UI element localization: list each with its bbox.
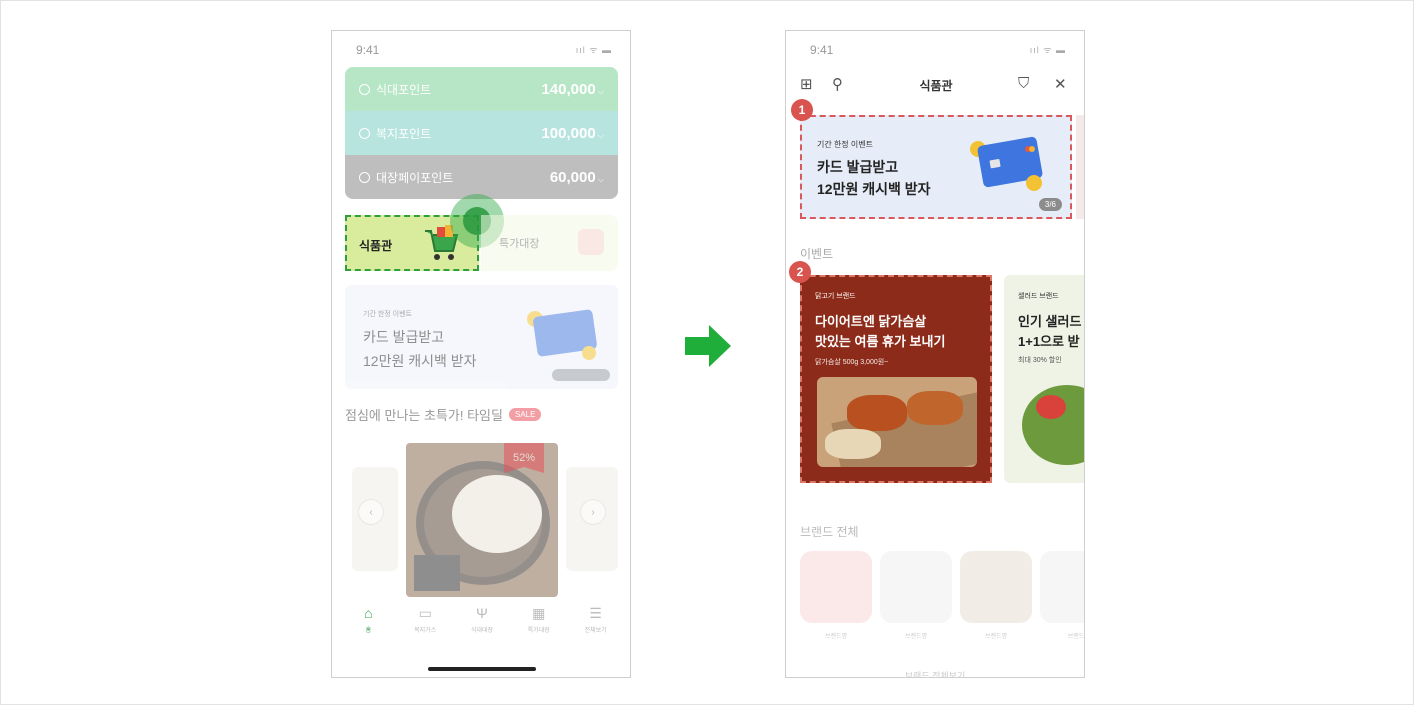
home-icon: ⌂: [364, 605, 373, 621]
point-row-pay[interactable]: 대장페이포인트 60,000: [345, 155, 618, 199]
store-icon: ▦: [532, 605, 546, 621]
card-event-banner[interactable]: 기간 한정 이벤트 카드 발급받고 12만원 캐시백 받자: [345, 285, 618, 389]
brand-label: 브랜드명: [824, 634, 848, 640]
chicken-photo: [817, 377, 977, 467]
status-icons: ııl ᯤ ▬: [1029, 45, 1066, 55]
salad-photo: [1022, 385, 1084, 465]
brand-label: 브랜드: [1067, 634, 1085, 640]
event-line1: 인기 샐러드: [1018, 314, 1082, 329]
special-deal-label: 특가대장: [499, 238, 540, 250]
event-subtitle: 최대 30% 할인: [1018, 357, 1062, 364]
page-title: 식품관: [919, 79, 953, 93]
event-line1: 다이어트엔 닭가슴살: [815, 314, 927, 329]
brand-label: 브랜드명: [904, 634, 928, 640]
event-tag: 닭고기 브랜드: [815, 293, 856, 300]
chicken-shape: [825, 429, 881, 459]
view-all-brands-link[interactable]: 브랜드 전체보기: [786, 669, 1084, 677]
tab-all[interactable]: ☰ 전체보기: [570, 605, 622, 655]
point-icon: [359, 171, 370, 183]
card-event-banner[interactable]: 기간 한정 이벤트 카드 발급받고 12만원 캐시백 받자 3/6: [800, 115, 1072, 219]
status-bar: 9:41 ııl ᯤ ▬: [332, 43, 630, 59]
banner-tag: 기간 한정 이벤트: [363, 311, 412, 318]
briefcase-icon: ▭: [418, 605, 432, 621]
point-value: 60,000: [550, 169, 604, 186]
food-hall-label: 식품관: [359, 239, 393, 253]
point-icon: [359, 83, 370, 95]
right-phone-screen: 9:41 ııl ᯤ ▬ ⊞ ⚲ 식품관 ⛉ ✕ 기간 한정 이벤트 카드 발급…: [785, 30, 1085, 678]
status-icons: ııl ᯤ ▬: [575, 45, 612, 55]
brand-tile[interactable]: [800, 551, 872, 623]
point-row-welfare[interactable]: 복지포인트 100,000: [345, 111, 618, 155]
tab-label: 식대대장: [470, 628, 494, 634]
status-bar: 9:41 ııl ᯤ ▬: [786, 43, 1084, 59]
brand-tile[interactable]: [1040, 551, 1084, 623]
tab-deals[interactable]: ▦ 특가대장: [513, 605, 565, 655]
banner-pager: 3/6: [1038, 198, 1062, 211]
tab-label: 특가대장: [527, 628, 550, 634]
event-subtitle: 닭가슴살 500g 3,000원~: [815, 359, 889, 366]
home-indicator: [428, 667, 536, 671]
bottom-tab-bar: ⌂ 홈 ▭ 복지가스 Ψ 식대대장 ▦ 특가대장 ☰ 전체보기: [332, 605, 630, 655]
banner-line1: 카드 발급받고: [363, 329, 445, 345]
menu-icon: ☰: [589, 605, 602, 621]
point-row-meal[interactable]: 식대포인트 140,000: [345, 67, 618, 111]
food-hall-header: ⊞ ⚲ 식품관 ⛉ ✕: [786, 73, 1084, 99]
event-card-salad[interactable]: 샐러드 브랜드 인기 샐러드 1+1으로 받 최대 30% 할인: [1004, 275, 1084, 483]
banner-line2: 12만원 캐시백 받자: [817, 181, 931, 197]
prev-arrow-button[interactable]: ‹: [358, 499, 384, 525]
credit-card-icon: [527, 309, 597, 360]
brand-tile[interactable]: [880, 551, 952, 623]
callout-number-1: 1: [791, 99, 813, 121]
point-value: 100,000: [541, 125, 604, 142]
tab-welfare[interactable]: ▭ 복지가스: [399, 605, 451, 655]
banner-line1: 카드 발급받고: [817, 159, 899, 175]
left-phone-screen: 9:41 ııl ᯤ ▬ 식대포인트 140,000 복지포인트 100,000…: [331, 30, 631, 678]
tab-home[interactable]: ⌂ 홈: [342, 605, 394, 655]
package-shape: [414, 555, 460, 591]
next-banner-peek: [1076, 115, 1084, 219]
tab-label: 홈: [365, 628, 372, 634]
point-label: 식대포인트: [376, 82, 432, 97]
callout-number-2: 2: [789, 261, 811, 283]
timedeal-section-title: 점심에 만나는 초특가! 타임딜 SALE: [345, 405, 542, 424]
tab-label: 복지가스: [414, 628, 437, 634]
event-line2: 1+1으로 받: [1018, 334, 1080, 349]
events-section-title: 이벤트: [800, 247, 834, 261]
point-label: 대장페이포인트: [376, 170, 454, 185]
special-deal-tile[interactable]: 특가대장: [481, 215, 618, 271]
event-tag: 샐러드 브랜드: [1018, 293, 1059, 300]
sale-badge: SALE: [508, 408, 542, 421]
banner-pager: [552, 369, 610, 381]
event-line2: 맛있는 여름 휴가 보내기: [815, 334, 946, 349]
rice-shape: [452, 475, 542, 553]
brands-section-title: 브랜드 전체: [800, 525, 859, 539]
tab-meal[interactable]: Ψ 식대대장: [456, 605, 508, 655]
chicken-shape: [907, 391, 963, 425]
timedeal-title: 점심에 만나는 초특가! 타임딜: [345, 408, 503, 423]
tab-label: 전체보기: [584, 628, 607, 634]
brand-label: 브랜드명: [984, 634, 1008, 640]
point-icon: [359, 127, 370, 139]
status-time: 9:41: [810, 43, 834, 57]
credit-card-icon: [970, 136, 1043, 191]
chicken-shape: [847, 395, 907, 431]
event-card-chicken[interactable]: 닭고기 브랜드 다이어트엔 닭가슴살 맛있는 여름 휴가 보내기 닭가슴살 50…: [800, 275, 992, 483]
arrow-right-icon: [685, 325, 731, 367]
banner-line2: 12만원 캐시백 받자: [363, 353, 477, 369]
cart-icon[interactable]: ⛉: [1018, 75, 1029, 92]
gift-icon: [578, 229, 604, 255]
next-arrow-button[interactable]: ›: [580, 499, 606, 525]
utensils-icon: Ψ: [476, 605, 488, 621]
brand-tile[interactable]: [960, 551, 1032, 623]
status-time: 9:41: [356, 43, 380, 57]
point-value: 140,000: [541, 81, 604, 98]
banner-tag: 기간 한정 이벤트: [817, 140, 873, 149]
close-icon[interactable]: ✕: [1054, 75, 1067, 93]
point-label: 복지포인트: [376, 126, 432, 141]
